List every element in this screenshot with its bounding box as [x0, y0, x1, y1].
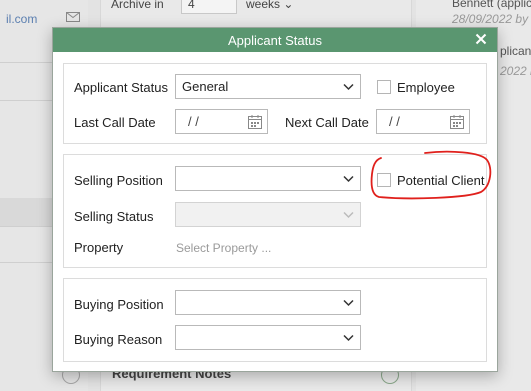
property-label: Property	[74, 240, 124, 255]
buying-reason-label: Buying Reason	[74, 332, 163, 347]
buying-reason-select[interactable]	[175, 325, 361, 350]
potential-client-checkbox[interactable]	[377, 173, 391, 187]
applicant-status-value: General	[182, 79, 229, 94]
applicant-status-dialog: Applicant Status Applicant Status Genera…	[52, 27, 498, 372]
selling-status-select[interactable]	[175, 202, 361, 227]
chevron-down-icon	[343, 334, 354, 342]
archive-unit-select[interactable]: weeks ⌄	[246, 0, 293, 11]
list-item-name[interactable]: Bennett (applic	[452, 0, 531, 10]
status-section: Applicant Status General Employee Last C…	[63, 63, 487, 144]
chevron-down-icon: ⌄	[283, 0, 294, 11]
chevron-down-icon	[343, 299, 354, 307]
email-link[interactable]: il.com	[6, 12, 37, 26]
next-call-date-value: / /	[389, 114, 400, 129]
select-property-link[interactable]: Select Property ...	[176, 241, 271, 255]
employee-label: Employee	[397, 80, 455, 95]
list-item-date: 28/09/2022 by	[452, 12, 529, 26]
archive-label: Archive in	[111, 0, 164, 11]
applicant-status-select[interactable]: General	[175, 74, 361, 99]
selling-status-label: Selling Status	[74, 209, 154, 224]
archive-input[interactable]: 4	[181, 0, 237, 14]
mail-icon[interactable]	[66, 12, 80, 22]
buying-section: Buying Position Buying Reason	[63, 278, 487, 362]
last-call-date-input[interactable]: / /	[175, 109, 268, 134]
dialog-title: Applicant Status	[228, 32, 322, 48]
selling-section: Selling Position Potential Client Sellin…	[63, 154, 487, 268]
last-call-date-value: / /	[188, 114, 199, 129]
list-item-date: 2022 by	[500, 64, 531, 78]
potential-client-label: Potential Client	[397, 173, 485, 188]
list-item-name[interactable]: plicant	[500, 44, 531, 58]
employee-checkbox[interactable]	[377, 80, 391, 94]
buying-position-select[interactable]	[175, 290, 361, 315]
buying-position-label: Buying Position	[74, 297, 164, 312]
close-icon	[475, 33, 487, 45]
chevron-down-icon	[343, 83, 354, 91]
applicant-status-label: Applicant Status	[74, 80, 168, 95]
dialog-titlebar: Applicant Status	[53, 28, 497, 52]
selling-position-label: Selling Position	[74, 173, 163, 188]
chevron-down-icon	[343, 211, 354, 219]
next-call-date-input[interactable]: / /	[376, 109, 470, 134]
calendar-icon[interactable]	[248, 115, 262, 129]
chevron-down-icon	[343, 175, 354, 183]
next-call-date-label: Next Call Date	[285, 115, 369, 130]
last-call-date-label: Last Call Date	[74, 115, 156, 130]
selling-position-select[interactable]	[175, 166, 361, 191]
archive-unit-value: weeks	[246, 0, 281, 11]
close-button[interactable]	[473, 31, 489, 47]
calendar-icon[interactable]	[450, 115, 464, 129]
